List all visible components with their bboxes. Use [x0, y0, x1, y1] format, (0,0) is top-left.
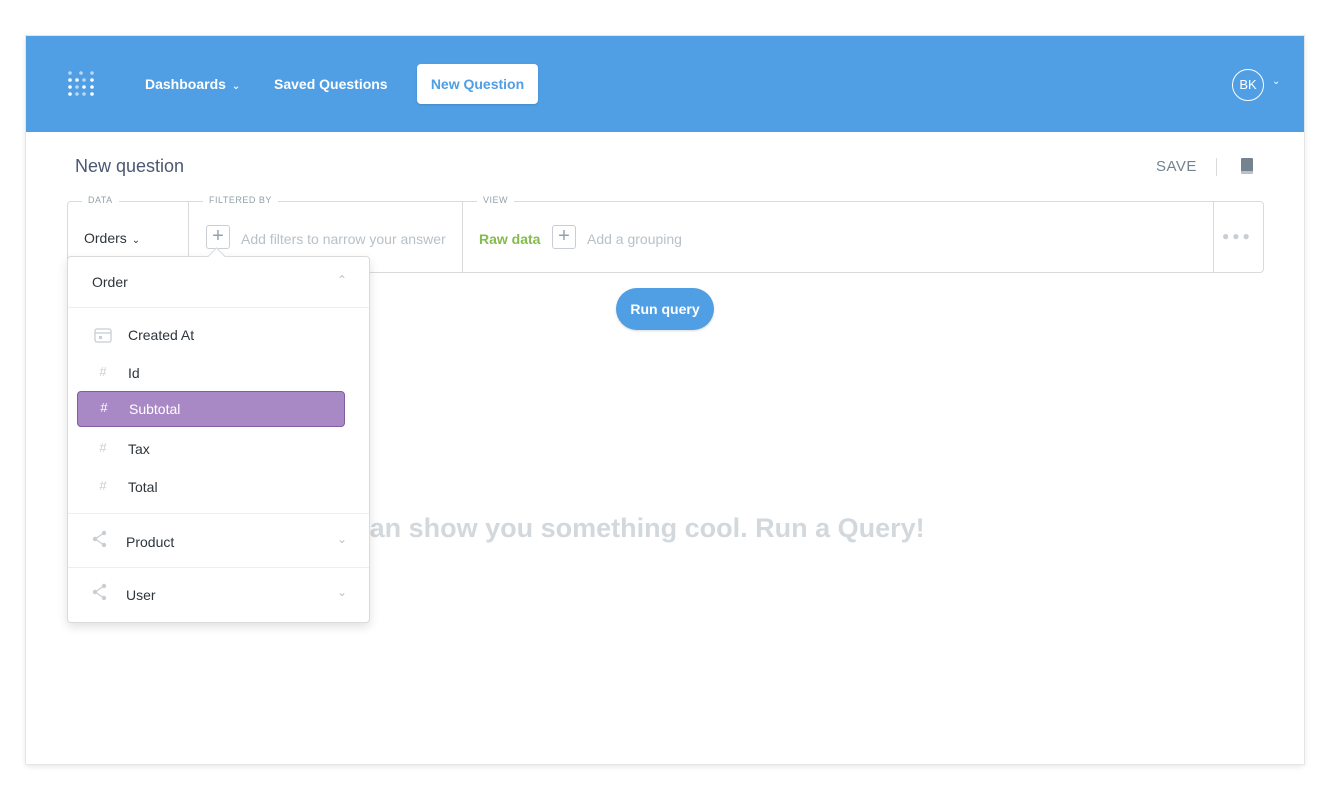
- connections-icon: [92, 530, 107, 548]
- field-label: Total: [128, 479, 158, 495]
- field-item-subtotal[interactable]: # Subtotal: [77, 391, 345, 427]
- new-question-button[interactable]: New Question: [417, 64, 538, 104]
- avatar[interactable]: BK: [1232, 69, 1264, 101]
- field-item-created-at[interactable]: Created At: [77, 317, 345, 353]
- table-selector[interactable]: Orders ⌄: [84, 230, 140, 246]
- number-icon: #: [99, 478, 107, 493]
- field-label: Subtotal: [129, 401, 181, 417]
- filter-section-label: FILTERED BY: [203, 195, 278, 205]
- chevron-down-icon: ⌄: [231, 81, 241, 92]
- more-options[interactable]: ●●●: [1213, 202, 1263, 272]
- grouping-hint[interactable]: Add a grouping: [587, 231, 682, 247]
- number-icon: #: [99, 364, 107, 379]
- section-name: Product: [126, 534, 175, 550]
- book-icon[interactable]: [1240, 157, 1254, 175]
- section-product[interactable]: Product ⌄: [68, 513, 369, 568]
- run-query-button[interactable]: Run query: [616, 288, 714, 330]
- field-picker-popover: Order ⌃ Created At # Id # Subtotal # Tax…: [67, 247, 370, 623]
- app-window: Dashboards ⌄ Saved Questions New Question…: [26, 36, 1304, 764]
- dashboards-menu[interactable]: Dashboards ⌄: [145, 36, 240, 132]
- chevron-down-icon: ⌄: [131, 235, 141, 246]
- add-grouping-plus-icon[interactable]: +: [552, 225, 576, 249]
- chevron-up-icon: ⌃: [336, 273, 347, 287]
- chevron-down-icon: ⌄: [336, 585, 347, 599]
- save-button[interactable]: SAVE: [1156, 158, 1197, 175]
- field-label: Tax: [128, 441, 150, 457]
- field-label: Created At: [128, 327, 195, 343]
- divider: [1216, 158, 1217, 176]
- metabase-logo-icon[interactable]: [66, 69, 96, 99]
- number-icon: #: [100, 400, 108, 415]
- table-name: Orders: [84, 230, 127, 246]
- field-label: Id: [128, 365, 140, 381]
- ellipsis-icon[interactable]: ●●●: [1222, 229, 1253, 243]
- field-item-id[interactable]: # Id: [77, 355, 345, 391]
- filter-hint[interactable]: Add filters to narrow your answer: [241, 231, 446, 247]
- dashboards-label: Dashboards: [145, 76, 226, 92]
- section-name: User: [126, 587, 156, 603]
- chevron-down-icon: ⌄: [336, 532, 347, 546]
- section-user[interactable]: User ⌄: [68, 567, 369, 621]
- page-title: New question: [75, 156, 185, 176]
- view-section: VIEW Raw data + Add a grouping: [462, 195, 1214, 272]
- top-nav: Dashboards ⌄ Saved Questions New Question…: [26, 36, 1304, 132]
- field-item-tax[interactable]: # Tax: [77, 431, 345, 467]
- view-selector[interactable]: Raw data: [479, 231, 540, 247]
- add-filter-plus-icon[interactable]: +: [206, 225, 230, 249]
- number-icon: #: [99, 440, 107, 455]
- view-section-label: VIEW: [477, 195, 515, 205]
- section-order[interactable]: Order ⌃: [68, 257, 369, 308]
- connections-icon: [92, 583, 107, 601]
- chevron-down-icon[interactable]: ⌄: [1272, 76, 1280, 87]
- saved-questions-link[interactable]: Saved Questions: [274, 36, 388, 132]
- section-name: Order: [92, 274, 128, 290]
- field-item-total[interactable]: # Total: [77, 469, 345, 505]
- calendar-icon: [94, 328, 112, 343]
- data-section-label: DATA: [82, 195, 119, 205]
